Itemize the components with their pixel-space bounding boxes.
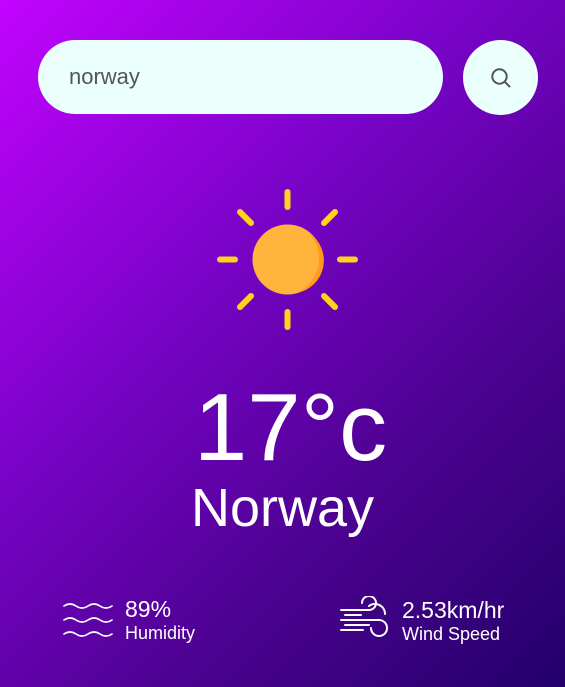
city-name: Norway	[190, 478, 375, 538]
weather-card: 17°c Norway 89% Humidity	[0, 0, 565, 687]
wind-icon	[340, 596, 388, 637]
wind-text: 2.53km/hr Wind Speed	[402, 597, 504, 645]
humidity-text: 89% Humidity	[125, 596, 195, 644]
sun-icon	[217, 189, 358, 330]
humidity-waves-icon	[63, 603, 113, 637]
search-icon	[490, 67, 510, 87]
wind-value: 2.53km/hr	[402, 597, 505, 623]
humidity-value: 89%	[125, 596, 172, 622]
search-input[interactable]	[38, 40, 443, 114]
temperature-readout: 17°c	[193, 374, 388, 481]
wind-label: Wind Speed	[402, 624, 501, 644]
humidity-detail: 89% Humidity	[62, 596, 195, 644]
humidity-label: Humidity	[125, 623, 196, 643]
wind-detail: 2.53km/hr Wind Speed	[339, 596, 504, 646]
search-button[interactable]	[463, 40, 538, 115]
